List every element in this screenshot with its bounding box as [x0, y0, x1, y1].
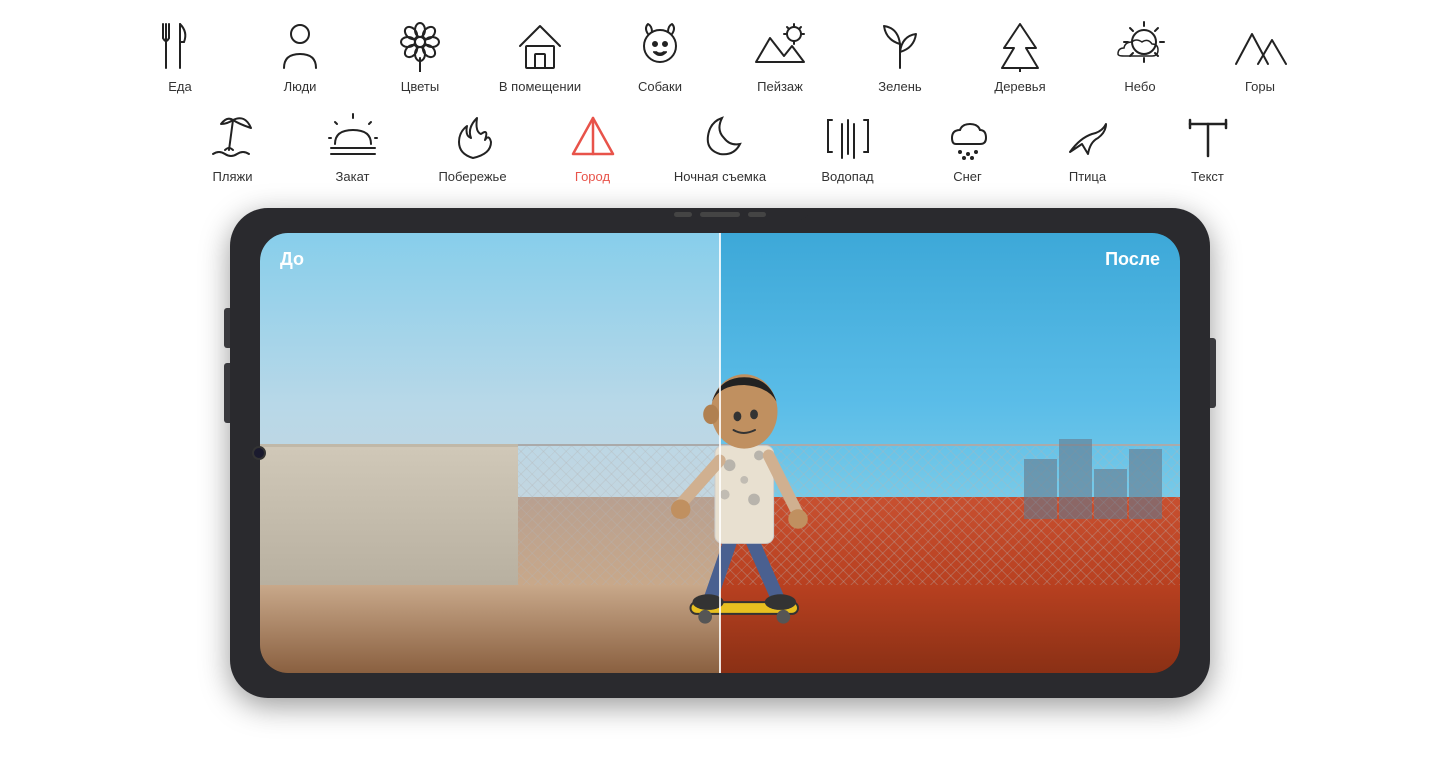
dogs-icon — [632, 18, 688, 74]
text-icon — [1180, 108, 1236, 164]
landscape-label: Пейзаж — [757, 79, 803, 94]
icon-bird[interactable]: Птица — [1028, 108, 1148, 184]
icon-sunset[interactable]: Закат — [293, 108, 413, 184]
icon-flowers[interactable]: Цветы — [360, 18, 480, 94]
icon-snow[interactable]: Снег — [908, 108, 1028, 184]
icon-greens[interactable]: Зелень — [840, 18, 960, 94]
people-icon — [272, 18, 328, 74]
text-label: Текст — [1191, 169, 1224, 184]
top-sensor-small — [674, 212, 692, 217]
after-label: После — [1105, 249, 1160, 270]
icons-section: Еда Люди — [0, 0, 1440, 188]
building-2 — [1059, 439, 1092, 519]
waterfall-label: Водопад — [821, 169, 873, 184]
dogs-label: Собаки — [638, 79, 682, 94]
icon-night[interactable]: Ночная съемка — [653, 108, 788, 184]
phone-wrapper: До После — [0, 208, 1440, 698]
background-buildings — [1024, 453, 1162, 519]
bird-icon — [1060, 108, 1116, 164]
indoor-label: В помещении — [499, 79, 581, 94]
icon-food[interactable]: Еда — [120, 18, 240, 94]
top-sensor-main — [700, 212, 740, 217]
icon-shore[interactable]: Побережье — [413, 108, 533, 184]
sky-icon — [1112, 18, 1168, 74]
building-1 — [1024, 459, 1057, 519]
icons-row-1: Еда Люди — [120, 18, 1320, 94]
icon-text[interactable]: Текст — [1148, 108, 1268, 184]
bird-label: Птица — [1069, 169, 1106, 184]
scene: До После — [260, 233, 1180, 673]
front-camera — [252, 446, 266, 460]
icon-waterfall[interactable]: Водопад — [788, 108, 908, 184]
building-3 — [1094, 469, 1127, 519]
icon-dogs[interactable]: Собаки — [600, 18, 720, 94]
flowers-label: Цветы — [401, 79, 439, 94]
beach-label: Пляжи — [213, 169, 253, 184]
night-icon — [692, 108, 748, 164]
flowers-icon — [392, 18, 448, 74]
sunset-icon — [325, 108, 381, 164]
greens-label: Зелень — [878, 79, 921, 94]
before-label: До — [280, 249, 304, 270]
shore-label: Побережье — [438, 169, 506, 184]
icon-mountains[interactable]: Горы — [1200, 18, 1320, 94]
volume-button-2 — [224, 363, 230, 423]
landscape-icon — [752, 18, 808, 74]
food-icon — [152, 18, 208, 74]
sunset-label: Закат — [336, 169, 370, 184]
greens-icon — [872, 18, 928, 74]
phone-device: До После — [230, 208, 1210, 698]
icon-trees[interactable]: Деревья — [960, 18, 1080, 94]
mountains-label: Горы — [1245, 79, 1275, 94]
shore-icon — [445, 108, 501, 164]
top-sensor-small-2 — [748, 212, 766, 217]
food-label: Еда — [168, 79, 192, 94]
snow-icon — [940, 108, 996, 164]
night-label: Ночная съемка — [674, 169, 766, 184]
waterfall-icon — [820, 108, 876, 164]
icon-sky[interactable]: Небо — [1080, 18, 1200, 94]
city-label: Город — [575, 169, 610, 184]
sky-label: Небо — [1124, 79, 1155, 94]
concrete-wall — [260, 444, 518, 585]
trees-label: Деревья — [994, 79, 1045, 94]
icon-landscape[interactable]: Пейзаж — [720, 18, 840, 94]
skater-figure — [610, 299, 849, 651]
city-icon — [565, 108, 621, 164]
trees-icon — [992, 18, 1048, 74]
building-4 — [1129, 449, 1162, 519]
beach-icon — [205, 108, 261, 164]
icon-beach[interactable]: Пляжи — [173, 108, 293, 184]
icons-row-2: Пляжи Закат — [173, 108, 1268, 184]
icon-indoor[interactable]: В помещении — [480, 18, 600, 94]
snow-label: Снег — [953, 169, 982, 184]
indoor-icon — [512, 18, 568, 74]
phone-screen: До После — [260, 233, 1180, 673]
icon-city[interactable]: Город — [533, 108, 653, 184]
phone-top-bar — [630, 208, 810, 220]
icon-people[interactable]: Люди — [240, 18, 360, 94]
power-button — [1210, 338, 1216, 408]
people-label: Люди — [284, 79, 317, 94]
comparison-divider — [719, 233, 721, 673]
mountains-icon — [1232, 18, 1288, 74]
volume-button-1 — [224, 308, 230, 348]
